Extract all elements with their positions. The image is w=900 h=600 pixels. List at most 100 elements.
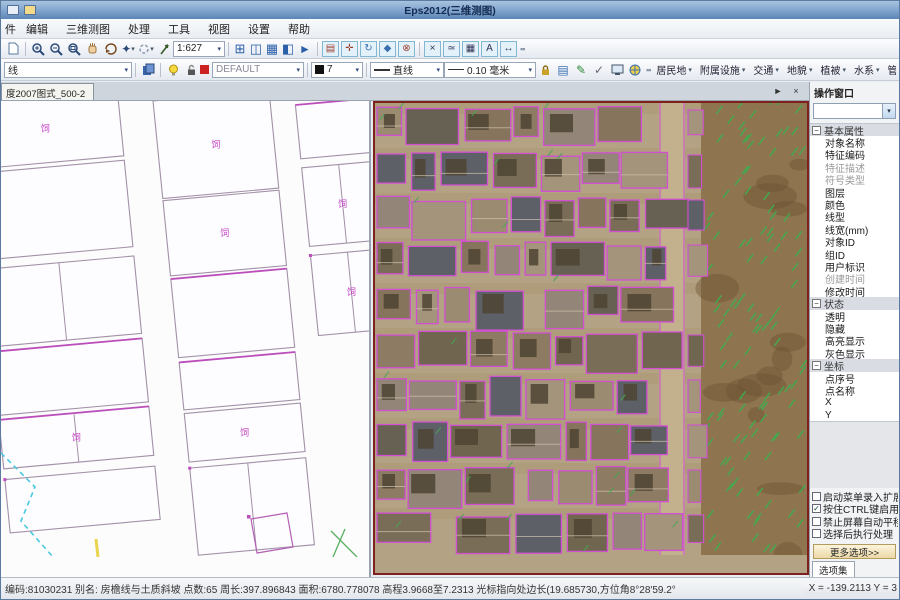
collapse-icon[interactable]: − [812,299,821,308]
category-residential-button[interactable]: 居民地▾ [652,60,696,79]
locate-icon[interactable] [155,40,173,57]
edit-attribute-icon[interactable]: ✎ [572,61,590,78]
chevron-down-icon[interactable]: ▾ [214,45,221,53]
option-ctrl-snap[interactable]: ✓按住CTRL键启用捕捉 [811,503,898,516]
crosshair-icon[interactable]: × [424,41,441,57]
cascade-windows-icon[interactable]: ◫ [248,41,264,57]
property-group-state[interactable]: −状态 [810,297,899,309]
style-combo[interactable]: DEFAULT ▾ [212,62,304,78]
option-run-after-select[interactable]: 选择后执行处理 [811,528,898,541]
pan-hand-icon[interactable] [83,40,101,57]
monitor-icon[interactable] [608,61,626,78]
zoom-window-icon[interactable] [65,40,83,57]
property-row[interactable]: 高亮显示 [810,335,899,347]
title-bar[interactable]: Eps2012(三维测图) [1,1,899,19]
line-type-combo[interactable]: 直线 ▾ [370,62,444,78]
property-row[interactable]: Y [810,409,899,421]
vector-map-canvas[interactable]: 饲饲饲饲饲饲饲 [1,101,369,557]
next-tab-icon[interactable]: ► [771,84,785,98]
lock-icon[interactable] [536,61,554,78]
menu-item-view[interactable]: 视图 [199,19,239,39]
menu-item-help[interactable]: 帮助 [279,19,319,39]
menu-item-tools[interactable]: 工具 [159,19,199,39]
pen-width-combo[interactable]: 7 ▾ [311,62,363,78]
property-row[interactable]: 颜色 [810,198,899,210]
reset-view-icon[interactable]: ⊗ [398,41,415,57]
rotate-model-icon[interactable]: ↻ [360,41,377,57]
category-facilities-button[interactable]: 附属设施▾ [696,60,750,79]
property-row[interactable]: 点名称 [810,384,899,396]
property-group-coords[interactable]: −坐标 [810,359,899,371]
property-row[interactable]: 特征编码 [810,149,899,161]
property-row[interactable]: 线宽(mm) [810,223,899,235]
menu-item-settings[interactable]: 设置 [239,19,279,39]
stereo-photo-canvas[interactable] [375,103,807,555]
chevron-down-icon[interactable]: ▾ [525,66,532,74]
rotate-view-icon[interactable] [101,40,119,57]
option-menu-entry[interactable]: 启动菜单录入扩展属性 [811,490,898,503]
property-group-basic[interactable]: −基本属性 [810,124,899,136]
unlock-icon[interactable] [182,61,200,78]
category-landform-button[interactable]: 地貌▾ [783,60,817,79]
zoom-out-icon[interactable] [47,40,65,57]
bulb-icon[interactable] [164,61,182,78]
property-row[interactable]: 特征描述 [810,161,899,173]
option-set-tab[interactable]: 选项集 [812,561,855,577]
toolbar-grip[interactable]: ▪▪ [646,65,650,75]
toolbar-grip[interactable]: ▪▪ [520,44,524,54]
validate-icon[interactable]: ✓ [590,61,608,78]
chevron-down-icon[interactable]: ▾ [352,66,359,74]
measure-icon[interactable]: ✛ [341,41,358,57]
line-width-combo[interactable]: 0.10 毫米 ▾ [444,62,536,78]
property-row[interactable]: 隐藏 [810,322,899,334]
property-row[interactable]: 灰色显示 [810,347,899,359]
property-row[interactable]: 透明 [810,310,899,322]
property-row[interactable]: 用户标识 [810,260,899,272]
current-color-swatch[interactable] [200,65,209,74]
refresh-icon[interactable]: ▾ [137,40,155,57]
category-vegetation-button[interactable]: 植被▾ [816,60,850,79]
menu-item-process[interactable]: 处理 [119,19,159,39]
checkbox-icon[interactable] [812,492,821,501]
checkbox-checked-icon[interactable]: ✓ [812,504,821,513]
new-document-icon[interactable] [4,40,22,57]
property-row[interactable]: 组ID [810,248,899,260]
property-row[interactable]: 图层 [810,186,899,198]
menu-item-file[interactable]: 件 [3,19,17,39]
chevron-down-icon[interactable]: ▾ [293,66,300,74]
property-row[interactable]: 创建时间 [810,273,899,285]
layers-icon[interactable]: ▤ [554,61,572,78]
grid-icon[interactable]: ▦ [462,41,479,57]
chevron-down-icon[interactable]: ▾ [121,66,128,74]
chevron-down-icon[interactable]: ▾ [433,66,440,74]
property-row[interactable]: 符号类型 [810,174,899,186]
collapse-icon[interactable]: − [812,126,821,135]
scale-combo[interactable]: 1:627 ▾ [173,41,225,57]
category-pipeline-button[interactable]: 管线▾ [883,60,896,79]
menu-item-edit[interactable]: 编辑 [17,19,57,39]
text-label-icon[interactable]: A [481,41,498,57]
menu-item-3dmapping[interactable]: 三维测图 [57,19,119,39]
play-icon[interactable]: ► [296,40,314,57]
property-row[interactable]: 点序号 [810,372,899,384]
category-water-button[interactable]: 水系▾ [850,60,884,79]
globe-icon[interactable] [626,61,644,78]
checkbox-icon[interactable] [812,517,821,526]
category-transport-button[interactable]: 交通▾ [749,60,783,79]
stereo-view-icon[interactable]: ▤ [322,41,339,57]
flatten-icon[interactable]: ◆ [379,41,396,57]
smooth-icon[interactable]: ≃ [443,41,460,57]
object-select-combo[interactable]: ▾ [813,103,896,119]
zoom-in-icon[interactable] [29,40,47,57]
close-tab-icon[interactable]: × [789,84,803,98]
property-row[interactable]: 对象名称 [810,136,899,148]
full-window-icon[interactable]: ◧ [280,41,296,57]
chevron-down-icon[interactable]: ▾ [882,104,895,118]
copy-style-icon[interactable] [139,61,157,78]
property-row[interactable]: 线型 [810,211,899,223]
feature-code-combo[interactable]: 线 ▾ [4,62,132,78]
property-row[interactable]: 对象ID [810,236,899,248]
option-no-autopan[interactable]: 禁止屏幕自动平移 [811,515,898,528]
display-options-icon[interactable]: ✦▾ [119,40,137,57]
document-tab[interactable]: 度2007图式_500-2 [1,83,94,100]
